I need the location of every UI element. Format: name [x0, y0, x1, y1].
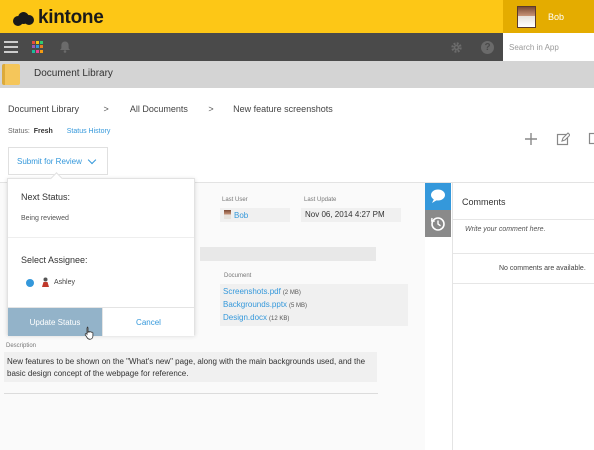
divider — [453, 219, 594, 220]
gear-icon[interactable] — [450, 41, 463, 54]
field-strip — [200, 247, 376, 261]
user-name: Bob — [548, 11, 565, 22]
document-link[interactable]: Backgrounds.pptx — [223, 300, 287, 309]
breadcrumb-separator: > — [208, 104, 214, 114]
status-value: Fresh — [33, 128, 53, 135]
chevron-down-icon — [87, 155, 97, 165]
assignee-radio[interactable] — [26, 279, 34, 287]
breadcrumb-view[interactable]: All Documents — [130, 104, 188, 114]
hand-cursor-icon — [84, 326, 94, 340]
cancel-button[interactable]: Cancel — [102, 308, 194, 336]
menu-icon[interactable] — [4, 41, 18, 53]
brand-bar: kintone Bob — [0, 0, 594, 33]
status-line: Status: Fresh Status History — [8, 128, 110, 135]
document-link[interactable]: Screenshots.pdf — [223, 287, 281, 296]
bell-icon[interactable] — [58, 40, 72, 54]
assignee-name[interactable]: Ashley — [54, 279, 75, 286]
cloud-icon — [13, 11, 35, 26]
tab-comments[interactable] — [425, 183, 451, 210]
breadcrumb-separator: > — [103, 104, 109, 114]
avatar — [224, 210, 231, 219]
document-item: Screenshots.pdf (2 MB) — [223, 286, 405, 299]
breadcrumb: Document Library > All Documents > New f… — [8, 104, 333, 114]
user-menu[interactable]: Bob — [503, 0, 594, 33]
document-link[interactable]: Design.docx — [223, 313, 267, 322]
popup-footer: Update Status Cancel — [8, 307, 194, 336]
comment-icon — [431, 189, 445, 203]
document-size: (12 KB) — [269, 316, 290, 322]
avatar — [517, 5, 536, 28]
document-item: Design.docx (12 KB) — [223, 312, 405, 325]
comment-input[interactable]: Write your comment here. — [465, 226, 546, 233]
side-tabs — [425, 183, 451, 450]
document-list: Screenshots.pdf (2 MB) Backgrounds.pptx (5… — [220, 284, 408, 326]
divider — [4, 393, 378, 394]
kintone-logo[interactable]: kintone — [13, 7, 104, 29]
app-title[interactable]: Document Library — [34, 68, 113, 79]
last-user-link[interactable]: Bob — [234, 211, 248, 220]
last-user-label: Last User — [222, 197, 248, 203]
next-status-label: Next Status: — [21, 192, 71, 202]
copy-icon[interactable] — [588, 132, 594, 146]
add-icon[interactable] — [524, 132, 538, 146]
status-popup: Next Status: Being reviewed Select Assig… — [7, 178, 195, 336]
document-size: (5 MB) — [289, 303, 308, 309]
document-label: Document — [224, 273, 252, 279]
assignee-label: Select Assignee: — [21, 255, 88, 265]
document-library-icon — [2, 64, 20, 85]
history-icon — [430, 217, 445, 231]
status-label: Status: — [8, 128, 30, 135]
last-user-value: Bob — [220, 208, 290, 222]
document-item: Backgrounds.pptx (5 MB) — [223, 299, 405, 312]
person-icon — [42, 277, 49, 287]
last-update-value: Nov 06, 2014 4:27 PM — [301, 208, 401, 222]
status-history-link[interactable]: Status History — [67, 128, 111, 135]
comments-panel: Comments Write your comment here. No com… — [452, 183, 594, 450]
search-input[interactable] — [503, 33, 594, 61]
description-value: New features to be shown on the "What's … — [4, 352, 377, 382]
last-update-label: Last Update — [304, 197, 337, 203]
tab-history[interactable] — [425, 210, 451, 237]
document-size: (2 MB) — [282, 290, 301, 296]
comments-title: Comments — [462, 197, 506, 207]
breadcrumb-app[interactable]: Document Library — [8, 104, 79, 114]
divider — [8, 237, 194, 238]
no-comments-text: No comments are available. — [499, 265, 586, 272]
edit-icon[interactable] — [556, 132, 570, 146]
divider — [453, 283, 594, 284]
submit-button-label: Submit for Review — [17, 156, 82, 166]
apps-grid-icon[interactable] — [32, 41, 44, 53]
breadcrumb-record: New feature screenshots — [233, 104, 333, 114]
next-status-value: Being reviewed — [21, 215, 69, 222]
divider — [453, 253, 594, 254]
submit-for-review-button[interactable]: Submit for Review — [8, 147, 108, 175]
description-label: Description — [6, 343, 37, 349]
brand-name: kintone — [38, 7, 104, 28]
help-icon[interactable]: ? — [481, 41, 494, 54]
